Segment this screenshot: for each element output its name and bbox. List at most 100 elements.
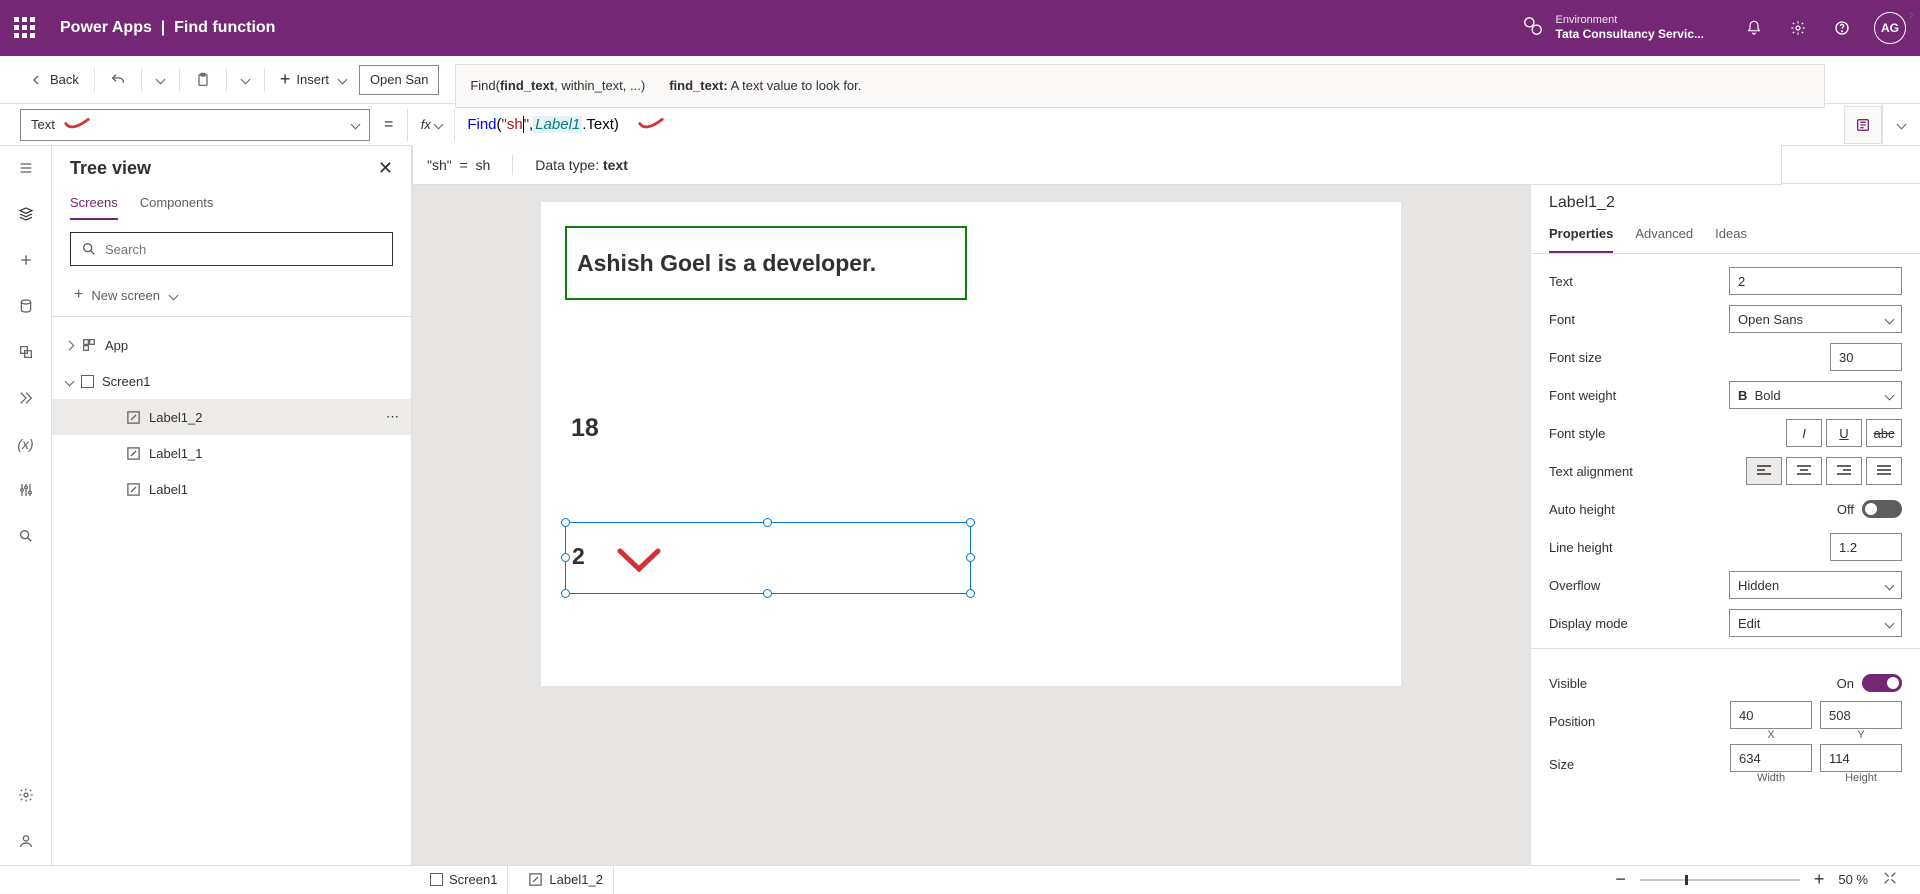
prop-input-displaymode[interactable]: Edit — [1729, 609, 1902, 637]
zoom-out-button[interactable]: − — [1615, 869, 1626, 890]
tree-view-title: Tree view — [70, 158, 151, 179]
tree-view-icon[interactable] — [14, 202, 38, 226]
zoom-slider[interactable] — [1640, 879, 1800, 881]
align-right-button[interactable] — [1826, 457, 1862, 485]
new-screen-button[interactable]: +New screen — [52, 278, 411, 312]
tree-item-label1[interactable]: Label1 — [52, 471, 411, 507]
variables-icon[interactable]: (x) — [14, 432, 38, 456]
props-tab-ideas[interactable]: Ideas — [1715, 218, 1747, 253]
search-icon — [81, 241, 97, 257]
props-tab-properties[interactable]: Properties — [1549, 218, 1613, 253]
tree-item-app[interactable]: App — [52, 327, 411, 363]
paste-button[interactable] — [187, 64, 219, 96]
insert-button[interactable]: +Insert — [272, 64, 354, 96]
breadcrumb-screen[interactable]: Screen1 — [420, 866, 508, 894]
canvas-label1-1[interactable]: 18 — [571, 414, 599, 443]
hamburger-icon[interactable] — [14, 156, 38, 180]
canvas-area[interactable]: "sh" = sh Data type: text Ashish Goel is… — [412, 146, 1530, 865]
settings-button[interactable] — [1780, 10, 1816, 46]
app-screen[interactable]: Ashish Goel is a developer. 18 2 — [541, 202, 1401, 686]
insert-rail-icon[interactable] — [14, 248, 38, 272]
equals-icon: = — [384, 116, 393, 134]
canvas-label1[interactable]: Ashish Goel is a developer. — [565, 226, 967, 300]
prop-input-font[interactable]: Open Sans — [1729, 305, 1902, 333]
autoheight-toggle[interactable] — [1862, 500, 1902, 518]
media-icon[interactable] — [14, 340, 38, 364]
settings-rail-icon[interactable] — [14, 783, 38, 807]
app-launcher-icon[interactable] — [14, 17, 36, 39]
tree-item-label1-1[interactable]: Label1_1 — [52, 435, 411, 471]
prop-label-size: Size — [1549, 757, 1730, 772]
virtual-agent-icon[interactable] — [14, 829, 38, 853]
align-left-button[interactable] — [1746, 457, 1782, 485]
resize-handle[interactable] — [561, 553, 570, 562]
tree-search[interactable] — [70, 232, 393, 266]
undo-button[interactable] — [102, 64, 134, 96]
help-button[interactable] — [1824, 10, 1860, 46]
align-center-button[interactable] — [1786, 457, 1822, 485]
left-rail: (x) — [0, 146, 52, 865]
properties-panel: › Label1_2 Properties Advanced Ideas Tex… — [1530, 146, 1920, 865]
expand-formula-button[interactable] — [1882, 104, 1920, 146]
undo-menu[interactable] — [149, 64, 172, 96]
prop-label-displaymode: Display mode — [1549, 616, 1729, 631]
red-check-annotation — [63, 116, 91, 134]
tree-search-input[interactable] — [105, 242, 382, 257]
more-icon[interactable]: ⋯ — [386, 409, 401, 425]
advanced-tools-icon[interactable] — [14, 478, 38, 502]
selected-control-name: Label1_2 — [1531, 184, 1920, 218]
resize-handle[interactable] — [763, 589, 772, 598]
tree-item-label1-2[interactable]: Label1_2⋯ — [52, 399, 411, 435]
power-automate-icon[interactable] — [14, 386, 38, 410]
prop-input-lineheight[interactable]: 1.2 — [1830, 533, 1902, 561]
formula-input[interactable]: Find("sh", Label1.Text) — [455, 109, 1844, 141]
notifications-button[interactable] — [1736, 10, 1772, 46]
tab-components[interactable]: Components — [140, 189, 214, 220]
fx-button[interactable]: fx — [407, 109, 455, 141]
props-tab-advanced[interactable]: Advanced — [1635, 218, 1693, 253]
label-icon — [528, 872, 543, 887]
align-justify-button[interactable] — [1866, 457, 1902, 485]
environment-picker[interactable]: Environment Tata Consultancy Servic... — [1522, 14, 1705, 42]
prop-input-overflow[interactable]: Hidden — [1729, 571, 1902, 599]
close-tree-button[interactable]: ✕ — [378, 158, 393, 179]
prop-label-lineheight: Line height — [1549, 540, 1830, 555]
search-rail-icon[interactable] — [14, 524, 38, 548]
resize-handle[interactable] — [966, 589, 975, 598]
data-icon[interactable] — [14, 294, 38, 318]
resize-handle[interactable] — [763, 518, 772, 527]
resize-handle[interactable] — [561, 518, 570, 527]
format-text-button[interactable] — [1844, 106, 1882, 144]
label-icon — [126, 410, 141, 425]
italic-button[interactable]: I — [1786, 419, 1822, 447]
user-avatar[interactable]: AG — [1874, 12, 1906, 44]
tree-item-screen1[interactable]: Screen1 — [52, 363, 411, 399]
intellisense-description: find_text: A text value to look for. — [669, 78, 861, 93]
environment-icon — [1522, 15, 1544, 40]
strike-button[interactable]: abc — [1866, 419, 1902, 447]
zoom-in-button[interactable]: + — [1814, 869, 1825, 890]
prop-label-fontstyle: Font style — [1549, 426, 1786, 441]
underline-button[interactable]: U — [1826, 419, 1862, 447]
prop-input-height[interactable]: 114 — [1820, 744, 1902, 772]
property-selector[interactable]: Text — [20, 109, 370, 141]
paste-menu[interactable] — [234, 64, 257, 96]
back-button[interactable]: Back — [20, 64, 87, 96]
resize-handle[interactable] — [966, 518, 975, 527]
prop-input-x[interactable]: 40 — [1730, 701, 1812, 729]
red-down-arrow-annotation — [616, 547, 662, 575]
visible-toggle[interactable] — [1862, 674, 1902, 692]
font-selector[interactable]: Open San — [359, 65, 440, 95]
prop-input-fontweight[interactable]: B Bold — [1729, 381, 1902, 409]
prop-input-fontsize[interactable]: 30 — [1830, 343, 1902, 371]
resize-handle[interactable] — [966, 553, 975, 562]
tab-screens[interactable]: Screens — [70, 189, 118, 220]
canvas-label1-2-selection[interactable]: 2 — [565, 522, 971, 594]
prop-input-y[interactable]: 508 — [1820, 701, 1902, 729]
prop-input-text[interactable]: 2 — [1729, 267, 1902, 295]
prop-input-width[interactable]: 634 — [1730, 744, 1812, 772]
prop-label-overflow: Overflow — [1549, 578, 1729, 593]
fit-to-window-button[interactable] — [1882, 870, 1898, 889]
resize-handle[interactable] — [561, 589, 570, 598]
breadcrumb-control[interactable]: Label1_2 — [518, 866, 614, 894]
